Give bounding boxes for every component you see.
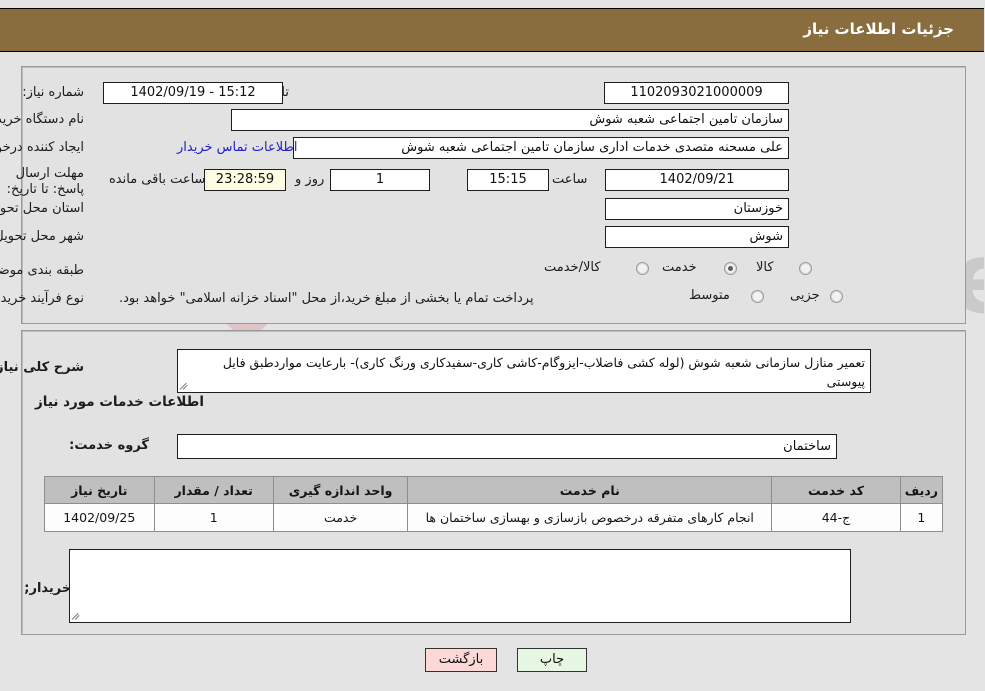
- cell-code: ج-44: [772, 503, 902, 532]
- cell-qty: 1: [154, 503, 275, 532]
- city-value[interactable]: شوش: [606, 226, 790, 248]
- process-label: نوع فرآیند خرید :: [0, 291, 85, 306]
- col-header-code: کد خدمت: [772, 476, 902, 504]
- remaining-hours-label: ساعت باقی مانده: [110, 172, 207, 187]
- countdown-timer-value: 23:28:59: [205, 169, 287, 191]
- description-textarea[interactable]: تعمیر منازل سازمانی شعبه شوش (لوله کشی ف…: [178, 349, 872, 393]
- buyer-org-value[interactable]: سازمان تامین اجتماعی شعبه شوش: [232, 109, 790, 131]
- creator-value[interactable]: علی مسحنه متصدی خدمات اداری سازمان تامین…: [294, 137, 790, 159]
- back-button[interactable]: بازگشت: [426, 648, 498, 672]
- cell-radif: 1: [900, 503, 945, 532]
- description-label: شرح کلی نیاز:: [0, 360, 85, 375]
- category-label-kala: کالا: [757, 260, 775, 275]
- deadline-label: مهلت ارسال پاسخ: تا تاریخ:: [7, 166, 85, 197]
- page-title: جزئیات اطلاعات نیاز: [804, 20, 955, 38]
- table-row[interactable]: 1 ج-44 انجام کارهای متفرقه درخصوص بازساز…: [45, 503, 945, 532]
- process-radio-jozei[interactable]: [831, 290, 844, 303]
- description-resize-handle[interactable]: [180, 380, 192, 392]
- cell-date: 1402/09/25: [45, 503, 156, 532]
- province-label: استان محل تحویل:: [0, 201, 85, 216]
- buyer-comments-textarea[interactable]: [70, 549, 852, 623]
- deadline-time-value[interactable]: 15:15: [468, 169, 550, 191]
- category-radio-khedmat[interactable]: [725, 262, 738, 275]
- process-radio-motevaset[interactable]: [752, 290, 765, 303]
- page-header: جزئیات اطلاعات نیاز: [0, 8, 985, 52]
- category-radio-kala-khedmat[interactable]: [637, 262, 650, 275]
- cell-name: انجام کارهای متفرقه درخصوص بازسازی و بهس…: [408, 503, 774, 532]
- need-info-panel: [22, 66, 967, 324]
- cell-unit: خدمت: [273, 503, 410, 532]
- deadline-date-value[interactable]: 1402/09/21: [606, 169, 790, 191]
- table-header-row: ردیف کد خدمت نام خدمت واحد اندازه گیری ت…: [45, 476, 945, 504]
- services-section-heading: اطلاعات خدمات مورد نیاز: [35, 394, 205, 410]
- buyer-org-label: نام دستگاه خریدار:: [0, 112, 85, 127]
- process-label-jozei: جزیی: [791, 288, 821, 303]
- category-label-khedmat: خدمت: [663, 260, 698, 275]
- province-value[interactable]: خوزستان: [606, 198, 790, 220]
- need-number-value[interactable]: 1102093021000009: [605, 82, 790, 104]
- print-button[interactable]: چاپ: [518, 648, 588, 672]
- buyer-contact-link[interactable]: اطلاعات تماس خریدار: [178, 140, 298, 155]
- col-header-radif: ردیف: [900, 476, 945, 504]
- category-radio-kala[interactable]: [800, 262, 813, 275]
- hour-label: ساعت: [553, 172, 589, 187]
- service-group-value[interactable]: ساختمان: [178, 434, 838, 459]
- city-label: شهر محل تحویل:: [0, 229, 85, 244]
- payment-note: پرداخت تمام یا بخشی از مبلغ خرید،از محل …: [120, 291, 535, 306]
- days-remaining-value[interactable]: 1: [331, 169, 431, 191]
- col-header-name: نام خدمت: [408, 476, 774, 504]
- buyer-comments-resize-handle[interactable]: [72, 610, 84, 622]
- need-number-label: شماره نیاز:: [23, 85, 85, 100]
- services-table: ردیف کد خدمت نام خدمت واحد اندازه گیری ت…: [45, 476, 945, 532]
- col-header-qty: تعداد / مقدار: [154, 476, 275, 504]
- category-label-kala-khedmat: کالا/خدمت: [545, 260, 602, 275]
- category-label: طبقه بندی موضوعی:: [0, 263, 85, 278]
- col-header-unit: واحد اندازه گیری: [273, 476, 410, 504]
- col-header-date: تاریخ نیاز: [45, 476, 156, 504]
- service-group-label: گروه خدمت:: [70, 438, 150, 453]
- process-label-motevaset: متوسط: [690, 288, 731, 303]
- creator-label: ایجاد کننده درخواست:: [0, 140, 85, 155]
- public-announce-value[interactable]: 15:12 - 1402/09/19: [104, 82, 284, 104]
- days-label: روز و: [296, 172, 326, 187]
